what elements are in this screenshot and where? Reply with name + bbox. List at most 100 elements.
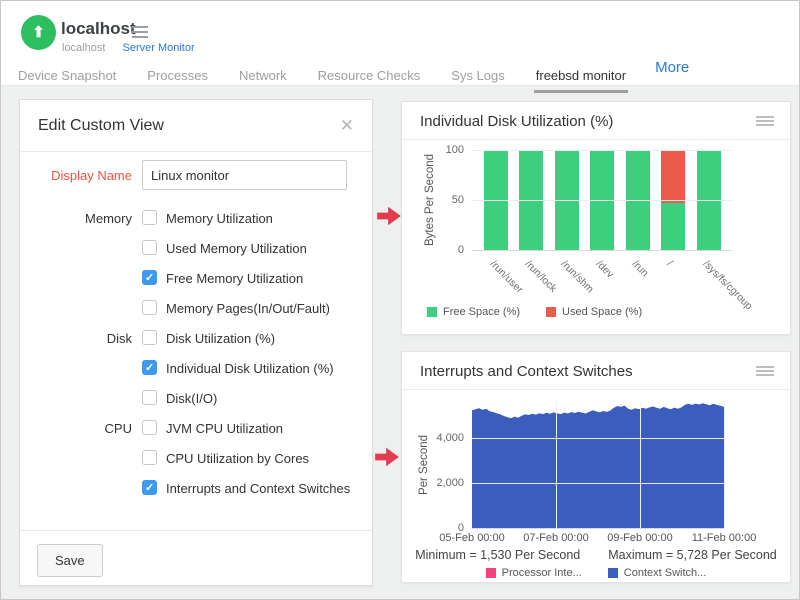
gridline [724, 402, 725, 528]
metric-row: Memory Pages(In/Out/Fault) [20, 294, 372, 324]
x-axis-label: 07-Feb 00:00 [511, 532, 601, 544]
interrupts-chart-panel: Interrupts and Context Switches Per Seco… [401, 351, 791, 583]
tab-sys-logs[interactable]: Sys Logs [449, 68, 506, 93]
checked-checkbox[interactable] [142, 360, 157, 375]
metric-row: Memory Memory Utilization [20, 204, 372, 234]
up-arrow-icon: ⬆ [32, 25, 45, 40]
tab-network[interactable]: Network [237, 68, 289, 93]
disk-utilization-chart-panel: Individual Disk Utilization (%) Bytes Pe… [401, 101, 791, 335]
chart-header: Individual Disk Utilization (%) [402, 102, 790, 140]
hamburger-icon[interactable] [132, 26, 148, 41]
min-max-summary: Minimum = 1,530 Per Second Maximum = 5,7… [402, 548, 790, 562]
y-axis-tick: 100 [430, 144, 464, 156]
y-axis-tick: 50 [430, 194, 464, 206]
unchecked-checkbox[interactable] [142, 210, 157, 225]
chart-legend: Processor Inte... Context Switch... [402, 567, 790, 579]
y-axis-label: Per Second [418, 435, 430, 495]
chart-title: Individual Disk Utilization (%) [420, 113, 613, 130]
legend-item: Context Switch... [608, 567, 707, 579]
minimum-value: Minimum = 1,530 Per Second [415, 548, 580, 562]
checked-checkbox[interactable] [142, 480, 157, 495]
x-axis-label: /run [629, 258, 650, 279]
gridline [472, 250, 732, 251]
group-label: Disk [20, 331, 132, 346]
x-axis-label: /dev [594, 258, 617, 281]
metric-row: Disk(I/O) [20, 384, 372, 414]
group-label: Memory [20, 211, 132, 226]
metric-label: Free Memory Utilization [166, 271, 303, 286]
x-axis-label: /sys/fs/cgroup [700, 258, 754, 312]
area-chart-plot [472, 402, 724, 528]
maximum-value: Maximum = 5,728 Per Second [608, 548, 777, 562]
app-window: ⬆ localhost localhost Server Monitor Dev… [0, 0, 800, 600]
page-title: localhost [61, 19, 136, 39]
gridline [472, 438, 724, 439]
display-name-label: Display Name [20, 168, 132, 183]
checked-checkbox[interactable] [142, 270, 157, 285]
dialog-footer: Save [20, 530, 372, 586]
metric-label: CPU Utilization by Cores [166, 451, 309, 466]
header: ⬆ localhost localhost Server Monitor [1, 1, 799, 53]
x-axis-label: / [665, 258, 676, 269]
chart-menu-icon[interactable] [756, 116, 774, 128]
area-chart-svg [472, 402, 724, 528]
tab-freebsd-monitor[interactable]: freebsd monitor [534, 68, 628, 93]
y-axis-tick: 2,000 [430, 477, 464, 489]
y-axis-tick: 4,000 [430, 432, 464, 444]
metric-row: Free Memory Utilization [20, 264, 372, 294]
metric-checkbox-list: Memory Memory Utilization Used Memory Util… [20, 204, 372, 504]
tab-bar: Device SnapshotProcessesNetworkResource … [1, 53, 799, 86]
x-axis-label: /run/shm [558, 258, 595, 295]
edit-custom-view-dialog: Edit Custom View ✕ Display Name MemoryMe… [19, 99, 373, 586]
metric-row: Used Memory Utilization [20, 234, 372, 264]
chart-legend: Free Space (%) Used Space (%) [427, 306, 642, 318]
metric-label: Memory Pages(In/Out/Fault) [166, 301, 330, 316]
monitor-status-badge: ⬆ [21, 15, 56, 50]
metric-label: Used Memory Utilization [166, 241, 307, 256]
gridline [472, 200, 732, 201]
legend-item: Free Space (%) [427, 306, 520, 318]
display-name-row: Display Name [20, 160, 372, 190]
y-axis-tick: 0 [430, 244, 464, 256]
unchecked-checkbox[interactable] [142, 240, 157, 255]
gridline [472, 150, 732, 151]
metric-label: Disk(I/O) [166, 391, 217, 406]
chart-header: Interrupts and Context Switches [402, 352, 790, 390]
legend-item: Processor Inte... [486, 567, 582, 579]
context-switches-area [472, 403, 724, 528]
legend-swatch [427, 307, 437, 317]
chart-menu-icon[interactable] [756, 366, 774, 378]
x-axis-label: 09-Feb 00:00 [595, 532, 685, 544]
legend-item: Used Space (%) [546, 306, 642, 318]
metric-row: Disk Disk Utilization (%) [20, 324, 372, 354]
unchecked-checkbox[interactable] [142, 390, 157, 405]
free-space-segment [661, 203, 685, 250]
unchecked-checkbox[interactable] [142, 450, 157, 465]
unchecked-checkbox[interactable] [142, 420, 157, 435]
x-axis-label: 05-Feb 00:00 [427, 532, 517, 544]
display-name-input[interactable] [142, 160, 347, 190]
metric-label: Disk Utilization (%) [166, 331, 275, 346]
metric-label: Individual Disk Utilization (%) [166, 361, 334, 376]
legend-swatch [546, 307, 556, 317]
dialog-header: Edit Custom View ✕ [20, 100, 372, 152]
metric-label: Interrupts and Context Switches [166, 481, 350, 496]
unchecked-checkbox[interactable] [142, 300, 157, 315]
tab-processes[interactable]: Processes [145, 68, 210, 93]
metric-row: Interrupts and Context Switches [20, 474, 372, 504]
gridline [640, 402, 641, 528]
tab-resource-checks[interactable]: Resource Checks [316, 68, 423, 93]
x-axis-label: /run/lock [523, 258, 560, 295]
chart-title: Interrupts and Context Switches [420, 363, 633, 380]
group-label: CPU [20, 421, 132, 436]
save-button[interactable]: Save [37, 544, 103, 577]
legend-swatch [608, 568, 618, 578]
tab-more[interactable]: More [655, 59, 689, 85]
tab-device-snapshot[interactable]: Device Snapshot [16, 68, 118, 93]
unchecked-checkbox[interactable] [142, 330, 157, 345]
gridline [472, 528, 724, 529]
metric-row: CPU Utilization by Cores [20, 444, 372, 474]
metric-label: Memory Utilization [166, 211, 273, 226]
used-space-segment [661, 150, 685, 203]
close-icon[interactable]: ✕ [340, 117, 354, 134]
